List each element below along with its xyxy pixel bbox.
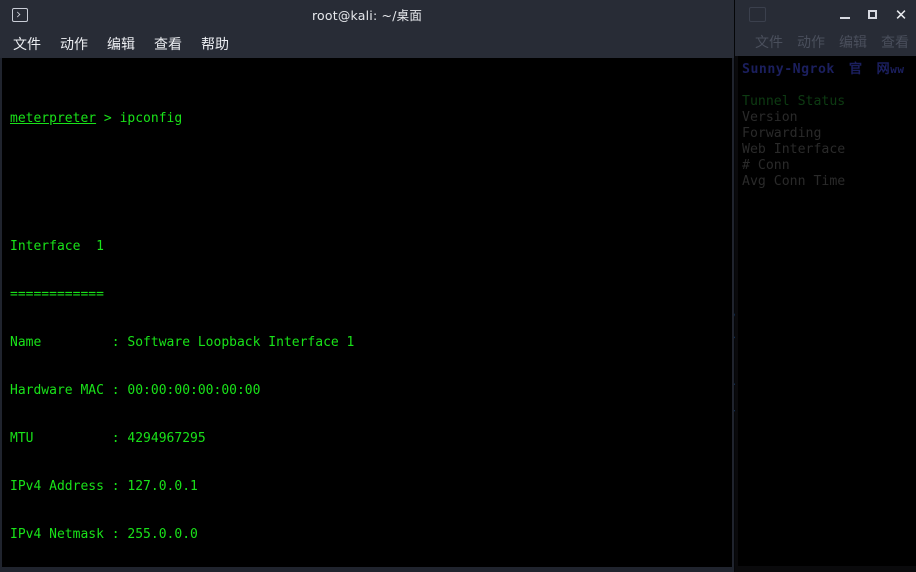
terminal-output: meterpreter > ipconfig Interface 1 =====… xyxy=(2,58,732,567)
ngrok-row-web-interface: Web Interface xyxy=(742,142,846,157)
terminal-window[interactable]: root@kali: ~/桌面 文件 动作 编辑 查看 帮助 meterpret… xyxy=(0,0,734,572)
bg-menu-item-file[interactable]: 文件 xyxy=(755,32,783,52)
interface-row: IPv4 Address : 127.0.0.1 xyxy=(10,479,198,494)
bg-menu-item-edit[interactable]: 编辑 xyxy=(839,32,867,52)
interface-row: Name : Software Loopback Interface 1 xyxy=(10,335,355,350)
row-key: Hardware MAC xyxy=(10,383,112,398)
row-key: IPv4 Address xyxy=(10,479,112,494)
ngrok-row-tunnel-status: Tunnel Status xyxy=(742,94,846,109)
ngrok-row-version: Version xyxy=(742,110,798,125)
interface-heading: Interface 1 xyxy=(10,239,104,254)
row-value: 255.0.0.0 xyxy=(127,527,198,542)
bg-menu-item-view[interactable]: 查看 xyxy=(881,32,909,52)
terminal-body[interactable]: meterpreter > ipconfig Interface 1 =====… xyxy=(2,58,732,567)
ngrok-row-avg-conn-time: Avg Conn Time xyxy=(742,174,846,189)
row-key: MTU xyxy=(10,431,112,446)
menu-item-file[interactable]: 文件 xyxy=(11,33,43,55)
ngrok-url-fragment: ww xyxy=(890,63,905,76)
ngrok-row-conn-count: # Conn xyxy=(742,158,790,173)
menu-item-view[interactable]: 查看 xyxy=(152,33,184,55)
terminal-icon xyxy=(12,8,28,22)
maximize-button[interactable] xyxy=(866,8,880,22)
menubar[interactable]: 文件 动作 编辑 查看 帮助 xyxy=(0,29,734,58)
prompt-line: meterpreter > ipconfig xyxy=(10,111,732,127)
ngrok-row-forwarding: Forwarding xyxy=(742,126,822,141)
prompt-separator: > xyxy=(96,111,120,126)
terminal-icon xyxy=(749,7,766,22)
ngrok-brand: Sunny-Ngrok xyxy=(742,62,835,77)
menu-item-help[interactable]: 帮助 xyxy=(199,33,231,55)
minimize-button[interactable] xyxy=(838,8,852,22)
background-terminal-output: Sunny-Ngrok 官网ww Tunnel Status Version Fo… xyxy=(738,56,916,566)
row-value: Software Loopback Interface 1 xyxy=(127,335,355,350)
close-button[interactable]: ✕ xyxy=(894,7,908,22)
prompt-command: ipconfig xyxy=(119,111,183,126)
row-key: IPv4 Netmask xyxy=(10,527,112,542)
menu-item-edit[interactable]: 编辑 xyxy=(105,33,137,55)
interface-row: IPv4 Netmask : 255.0.0.0 xyxy=(10,527,198,542)
interface-rule: ============ xyxy=(10,287,104,302)
row-value: 00:00:00:00:00:00 xyxy=(127,383,261,398)
prompt-user: meterpreter xyxy=(10,111,97,126)
interface-row: MTU : 4294967295 xyxy=(10,431,206,446)
window-title: root@kali: ~/桌面 xyxy=(311,8,423,23)
window-controls[interactable]: ✕ xyxy=(838,0,908,29)
row-value: 127.0.0.1 xyxy=(127,479,198,494)
ngrok-header-line: Sunny-Ngrok 官网ww xyxy=(742,62,916,78)
row-value: 4294967295 xyxy=(127,431,206,446)
menu-item-action[interactable]: 动作 xyxy=(58,33,90,55)
interface-row: Hardware MAC : 00:00:00:00:00:00 xyxy=(10,383,261,398)
ngrok-link-wang[interactable]: 网 xyxy=(877,62,891,77)
desktop-background: 文件 动作 编辑 查看 Sunny-Ngrok 官网ww Tunnel Statu… xyxy=(0,0,916,572)
background-window-menubar[interactable]: 文件 动作 编辑 查看 xyxy=(735,28,916,56)
ngrok-link-guan[interactable]: 官 xyxy=(849,62,863,77)
background-window-sunny-ngrok[interactable]: 文件 动作 编辑 查看 Sunny-Ngrok 官网ww Tunnel Statu… xyxy=(735,0,916,572)
row-key: Name xyxy=(10,335,112,350)
bg-menu-item-action[interactable]: 动作 xyxy=(797,32,825,52)
titlebar[interactable]: root@kali: ~/桌面 xyxy=(0,0,734,29)
